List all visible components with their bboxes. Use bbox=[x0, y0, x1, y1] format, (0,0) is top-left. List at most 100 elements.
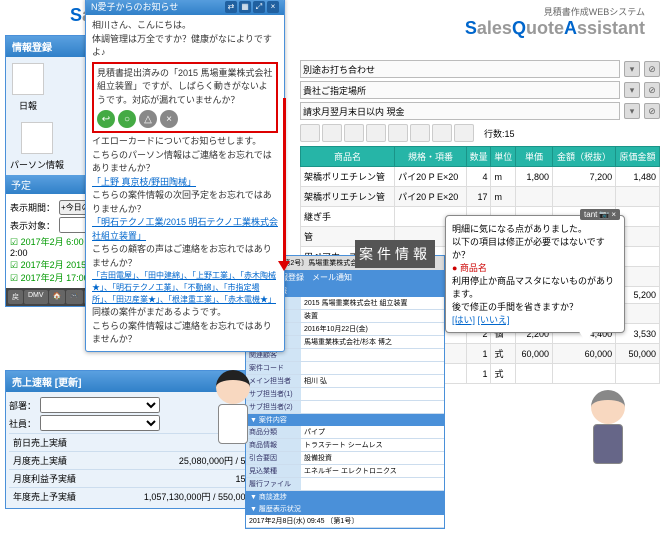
popup-expand-icon[interactable]: ⤢ bbox=[253, 1, 265, 13]
detail-label: 見込業種 bbox=[246, 465, 301, 477]
clear-icon[interactable]: ⊘ bbox=[644, 82, 660, 98]
daily-report-label: 日報 bbox=[10, 99, 46, 112]
grid-tb-2[interactable] bbox=[322, 124, 342, 142]
popup-person-link[interactable]: 「上野 真京枝/野田陶械」 bbox=[92, 176, 278, 190]
grid-cell[interactable]: 17 bbox=[466, 187, 491, 207]
popup-q1: こちらの案件情報の次回予定をお忘れではありませんか？ bbox=[92, 189, 278, 216]
grid-col-header[interactable]: 金額（税抜） bbox=[553, 147, 616, 167]
grid-cell[interactable]: m bbox=[491, 187, 516, 207]
popup-case-link[interactable]: 「明石テクノ工業/2015 明石テクノ工業株式会社組立装置」 bbox=[92, 216, 278, 243]
bubble-close-icon[interactable]: × bbox=[611, 210, 616, 219]
grid-cell[interactable]: 継ぎ手 bbox=[301, 207, 395, 227]
clear-icon[interactable]: ⊘ bbox=[644, 103, 660, 119]
assistant-bubble: tant📷× 明細に気になる点がありました。 以下の項目は修正が必要ではないです… bbox=[445, 215, 625, 333]
emp-select[interactable] bbox=[40, 415, 160, 431]
dropdown-icon[interactable]: ▾ bbox=[624, 61, 640, 77]
grid-cell[interactable]: 1 bbox=[466, 364, 491, 384]
bubble-l3: 利用停止か商品マスタにないものがあります。 bbox=[452, 274, 618, 300]
period-label: 表示期間： bbox=[10, 201, 55, 214]
table-row[interactable]: 架橋ポリエチレン管パイ20 P E×204m1,8007,2001,480 bbox=[301, 167, 660, 187]
grid-tb-7[interactable] bbox=[432, 124, 452, 142]
ok-icon[interactable]: ○ bbox=[118, 110, 136, 128]
grid-tb-6[interactable] bbox=[410, 124, 430, 142]
tb-dmv[interactable]: DMV bbox=[24, 290, 48, 304]
dropdown-icon[interactable]: ▾ bbox=[624, 82, 640, 98]
grid-cell[interactable]: 7,200 bbox=[553, 167, 616, 187]
grid-cell[interactable]: 式 bbox=[491, 344, 516, 364]
grid-tb-3[interactable] bbox=[344, 124, 364, 142]
grid-tb-5[interactable] bbox=[388, 124, 408, 142]
bubble-cam-icon[interactable]: 📷 bbox=[599, 210, 609, 219]
popup-greeting: 相川さん、こんにちは。 bbox=[92, 19, 278, 33]
bubble-l2: 以下の項目は修正が必要ではないですか？ bbox=[452, 235, 618, 261]
grid-cell[interactable] bbox=[553, 187, 616, 207]
grid-col-header[interactable]: 単価 bbox=[516, 147, 553, 167]
grid-cell[interactable] bbox=[616, 364, 660, 384]
grid-col-header[interactable]: 商品名 bbox=[301, 147, 395, 167]
case-sec2[interactable]: ▼ 案件内容 bbox=[246, 414, 444, 426]
grid-cell[interactable]: 4 bbox=[466, 167, 491, 187]
location-input[interactable] bbox=[300, 81, 620, 99]
assistant-avatar-right[interactable] bbox=[580, 390, 635, 480]
popup-customer-links[interactable]: 「吉田電屋」、「田中建綿」、「上野工業」、「赤木陶械★」、「明石テクノ工業」、「… bbox=[92, 270, 278, 306]
detail-value bbox=[301, 349, 444, 361]
detail-value bbox=[301, 478, 444, 490]
assistant-avatar-left[interactable] bbox=[205, 370, 260, 460]
grid-cell[interactable] bbox=[516, 364, 553, 384]
grid-cell[interactable]: 50,000 bbox=[616, 344, 660, 364]
grid-cell[interactable]: 架橋ポリエチレン管 bbox=[301, 187, 395, 207]
grid-tb-1[interactable] bbox=[300, 124, 320, 142]
sales-row-label: 前日売上実績 bbox=[13, 436, 67, 449]
popup-swap-icon[interactable]: ⇄ bbox=[225, 1, 237, 13]
popup-close-icon[interactable]: × bbox=[267, 1, 279, 13]
case-sec3[interactable]: ▼ 商談進捗 bbox=[246, 491, 444, 503]
detail-value: パイプ bbox=[301, 426, 444, 438]
grid-cell[interactable]: 式 bbox=[491, 364, 516, 384]
grid-cell[interactable]: 60,000 bbox=[516, 344, 553, 364]
dept-select[interactable] bbox=[40, 397, 160, 413]
payment-input[interactable] bbox=[300, 102, 620, 120]
clear-icon[interactable]: ⊘ bbox=[644, 61, 660, 77]
bubble-no-link[interactable]: [いいえ] bbox=[478, 315, 510, 325]
skip-icon[interactable]: △ bbox=[139, 110, 157, 128]
tb-home-icon[interactable]: 🏠 bbox=[49, 290, 66, 304]
person-info-icon[interactable] bbox=[21, 122, 53, 154]
bubble-yes-link[interactable]: [はい] bbox=[452, 315, 475, 325]
grid-col-header[interactable]: 単位 bbox=[491, 147, 516, 167]
grid-tb-4[interactable] bbox=[366, 124, 386, 142]
reply-icon[interactable]: ↩ bbox=[97, 110, 115, 128]
grid-col-header[interactable]: 原価金額 bbox=[616, 147, 660, 167]
grid-cell[interactable] bbox=[553, 364, 616, 384]
grid-cell[interactable] bbox=[616, 187, 660, 207]
detail-value: 装置 bbox=[301, 310, 444, 322]
grid-cell[interactable]: 架橋ポリエチレン管 bbox=[301, 167, 395, 187]
grid-cell[interactable]: 1 bbox=[466, 344, 491, 364]
case-sec4[interactable]: ▼ 履歴表示状況 bbox=[246, 503, 444, 515]
grid-col-header[interactable]: 数量 bbox=[466, 147, 491, 167]
grid-col-header[interactable]: 規格・項番 bbox=[395, 147, 467, 167]
tb-back[interactable]: 戻 bbox=[8, 290, 23, 304]
grid-cell[interactable]: m bbox=[491, 167, 516, 187]
daily-report-icon[interactable] bbox=[12, 63, 44, 95]
table-row[interactable]: 架橋ポリエチレン管パイ20 P E×2017m bbox=[301, 187, 660, 207]
detail-value: 設備投資 bbox=[301, 452, 444, 464]
case-info-title: 案件情報 bbox=[355, 240, 435, 268]
grid-cell[interactable]: 1,480 bbox=[616, 167, 660, 187]
grid-tb-8[interactable] bbox=[454, 124, 474, 142]
detail-value: 2015 馬場重業株式会社 組立装置 bbox=[301, 297, 444, 309]
tb-game-icon[interactable]: 🎮 bbox=[66, 290, 83, 304]
cancel-icon[interactable]: × bbox=[160, 110, 178, 128]
grid-cell[interactable] bbox=[516, 187, 553, 207]
bubble-header: tant bbox=[584, 210, 597, 219]
tab-mail[interactable]: メール通知 bbox=[312, 272, 352, 283]
grid-cell[interactable]: パイ20 P E×20 bbox=[395, 167, 467, 187]
grid-cell[interactable]: 60,000 bbox=[553, 344, 616, 364]
assistant-popup: N愛子からのお知らせ ⇄ ▦ ⤢ × 相川さん、こんにちは。 体調管理は万全です… bbox=[85, 0, 285, 352]
detail-value: エネルギー エレクトロニクス bbox=[301, 465, 444, 477]
grid-cell[interactable]: 1,800 bbox=[516, 167, 553, 187]
popup-yellow: イエローカードについてお知らせします。 bbox=[92, 135, 278, 149]
grid-cell[interactable]: パイ20 P E×20 bbox=[395, 187, 467, 207]
dropdown-icon[interactable]: ▾ bbox=[624, 103, 640, 119]
popup-grid-icon[interactable]: ▦ bbox=[239, 1, 251, 13]
meeting-input[interactable] bbox=[300, 60, 620, 78]
